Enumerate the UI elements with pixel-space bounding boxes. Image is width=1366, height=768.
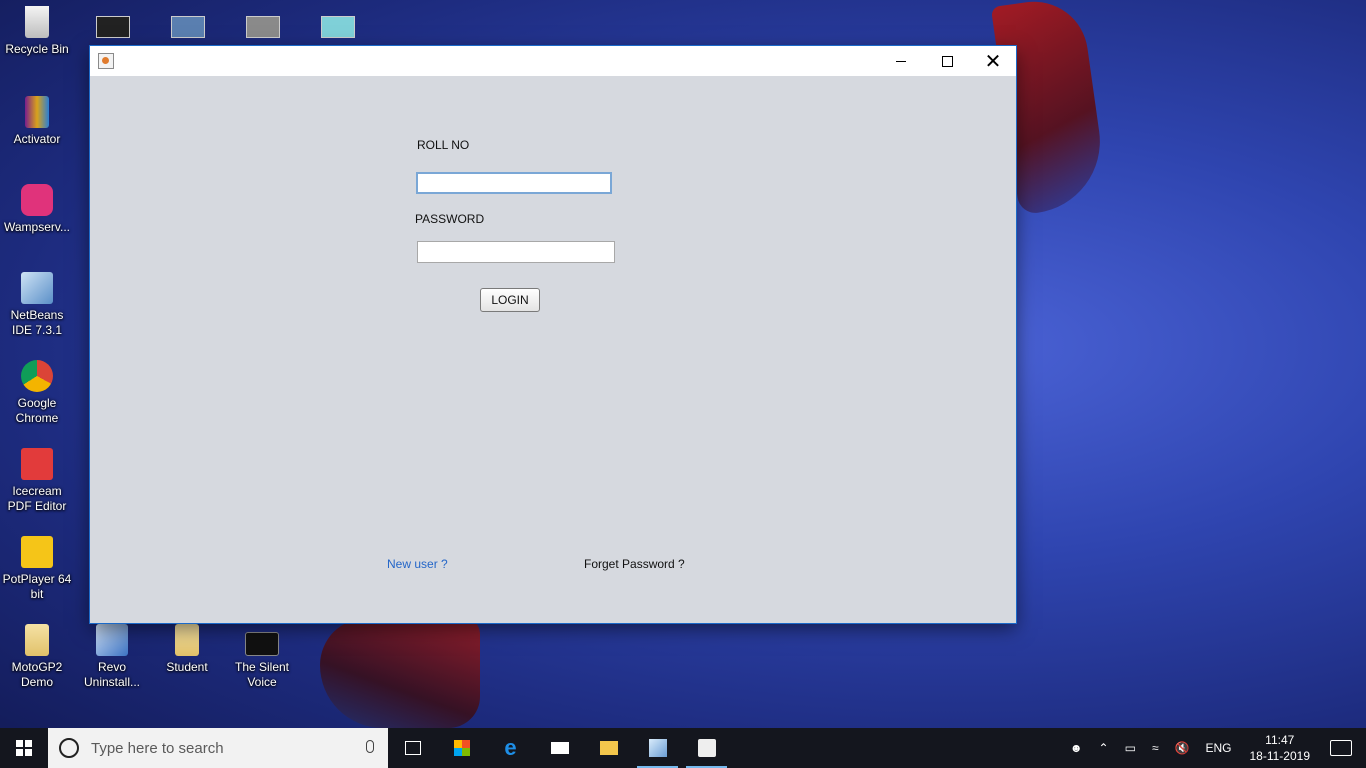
system-tray: ☻ ⌃ ▭ ≈ 🔇 ENG 11:47 18-11-2019 [1062,728,1366,768]
netbeans-icon [648,739,667,757]
desktop-icon-potplayer[interactable]: PotPlayer 64 bit [0,536,74,602]
wampserver-icon [21,184,53,216]
desktop-icon-wampserver[interactable]: Wampserv... [0,184,74,235]
edge-icon: e [504,735,517,760]
chrome-icon [21,360,53,392]
desktop-icon-label: NetBeans IDE 7.3.1 [10,308,64,337]
file-explorer-button[interactable] [584,728,633,768]
image-thumbnail-icon[interactable] [246,16,280,38]
microsoft-store-button[interactable] [437,728,486,768]
roll-no-input[interactable] [416,172,612,194]
notification-center-icon[interactable] [1330,740,1352,756]
battery-icon[interactable]: ▭ [1125,741,1136,755]
search-box[interactable]: Type here to search [48,728,388,768]
password-label: PASSWORD [415,212,485,226]
netbeans-icon [21,272,53,304]
desktop-icon-label: Icecream PDF Editor [7,484,67,513]
java-app-icon [98,53,114,69]
language-indicator[interactable]: ENG [1205,741,1231,755]
wifi-icon[interactable]: ≈ [1152,741,1159,755]
video-thumbnail-icon[interactable] [171,16,205,38]
search-placeholder: Type here to search [91,739,224,757]
desktop-icon-motogp2-demo[interactable]: MotoGP2 Demo [0,624,74,690]
clock[interactable]: 11:47 18-11-2019 [1250,732,1311,764]
desktop-icon-label: Activator [13,132,61,146]
java-icon [697,739,716,757]
desktop-icon-student[interactable]: Student [150,624,224,675]
netbeans-taskbar-button[interactable] [633,728,682,768]
mail-icon [550,742,569,754]
desktop-icon-label: Student [166,660,208,674]
task-view-icon [404,741,421,755]
desktop-icon-label: Wampserv... [3,220,70,234]
password-input[interactable] [417,241,615,263]
edge-button[interactable]: e [486,728,535,768]
forget-password-link[interactable]: Forget Password ? [584,557,685,571]
store-icon [453,740,470,756]
folder-icon [175,624,199,656]
volume-muted-icon[interactable]: 🔇 [1175,741,1190,755]
minimize-icon [896,60,906,62]
clock-time: 11:47 [1265,733,1295,747]
desktop-icon-label: PotPlayer 64 bit [2,572,72,601]
people-icon[interactable]: ☻ [1070,741,1083,755]
maximize-button[interactable] [924,46,970,76]
video-file-icon [245,632,279,656]
desktop-icon-icecream-pdf[interactable]: Icecream PDF Editor [0,448,74,514]
desktop-icon-label: The Silent Voice [234,660,290,689]
recycle-bin-icon [25,6,49,38]
desktop-icon-label: MotoGP2 Demo [11,660,63,689]
desktop-icon-google-chrome[interactable]: Google Chrome [0,360,74,426]
desktop-icon-label: Recycle Bin [5,42,69,56]
microphone-icon[interactable] [366,740,374,753]
java-app-taskbar-button[interactable] [682,728,731,768]
roll-no-label: ROLL NO [417,138,470,152]
cortana-icon [59,738,79,758]
login-button[interactable]: LOGIN [480,288,540,312]
windows-logo-icon [16,740,32,756]
folder-icon [599,741,618,755]
task-view-button[interactable] [388,728,437,768]
winrar-archive-icon [25,96,49,128]
desktop-icon-revo-uninstaller[interactable]: Revo Uninstall... [75,624,149,690]
desktop-icon-label: Revo Uninstall... [83,660,141,689]
close-button[interactable]: ✕ [970,46,1016,76]
chevron-up-icon[interactable]: ⌃ [1099,741,1109,755]
desktop-icon-recycle-bin[interactable]: Recycle Bin [0,6,74,57]
clock-date: 18-11-2019 [1249,749,1311,763]
taskbar: Type here to search e ☻ ⌃ ▭ ≈ 🔇 ENG 11:4… [0,728,1366,768]
desktop-icon-label: Google Chrome [15,396,59,425]
folder-icon [25,624,49,656]
pdf-editor-icon [21,448,53,480]
window-titlebar[interactable]: ✕ [90,46,1016,76]
new-user-link[interactable]: New user ? [387,557,448,571]
minimize-button[interactable] [878,46,924,76]
close-icon: ✕ [984,49,1002,73]
revo-uninstaller-icon [96,624,128,656]
desktop-icon-the-silent-voice[interactable]: The Silent Voice [225,624,299,690]
image-thumbnail-icon[interactable] [321,16,355,38]
potplayer-icon [21,536,53,568]
start-button[interactable] [0,728,48,768]
desktop-icon-activator[interactable]: Activator [0,96,74,147]
login-form: ROLL NO PASSWORD LOGIN New user ? Forget… [90,76,1016,623]
mail-button[interactable] [535,728,584,768]
login-window: ✕ ROLL NO PASSWORD LOGIN New user ? Forg… [90,46,1016,623]
video-thumbnail-icon[interactable] [96,16,130,38]
maximize-icon [941,55,953,67]
desktop-icon-netbeans[interactable]: NetBeans IDE 7.3.1 [0,272,74,338]
wallpaper-figure-bottom [320,618,480,728]
